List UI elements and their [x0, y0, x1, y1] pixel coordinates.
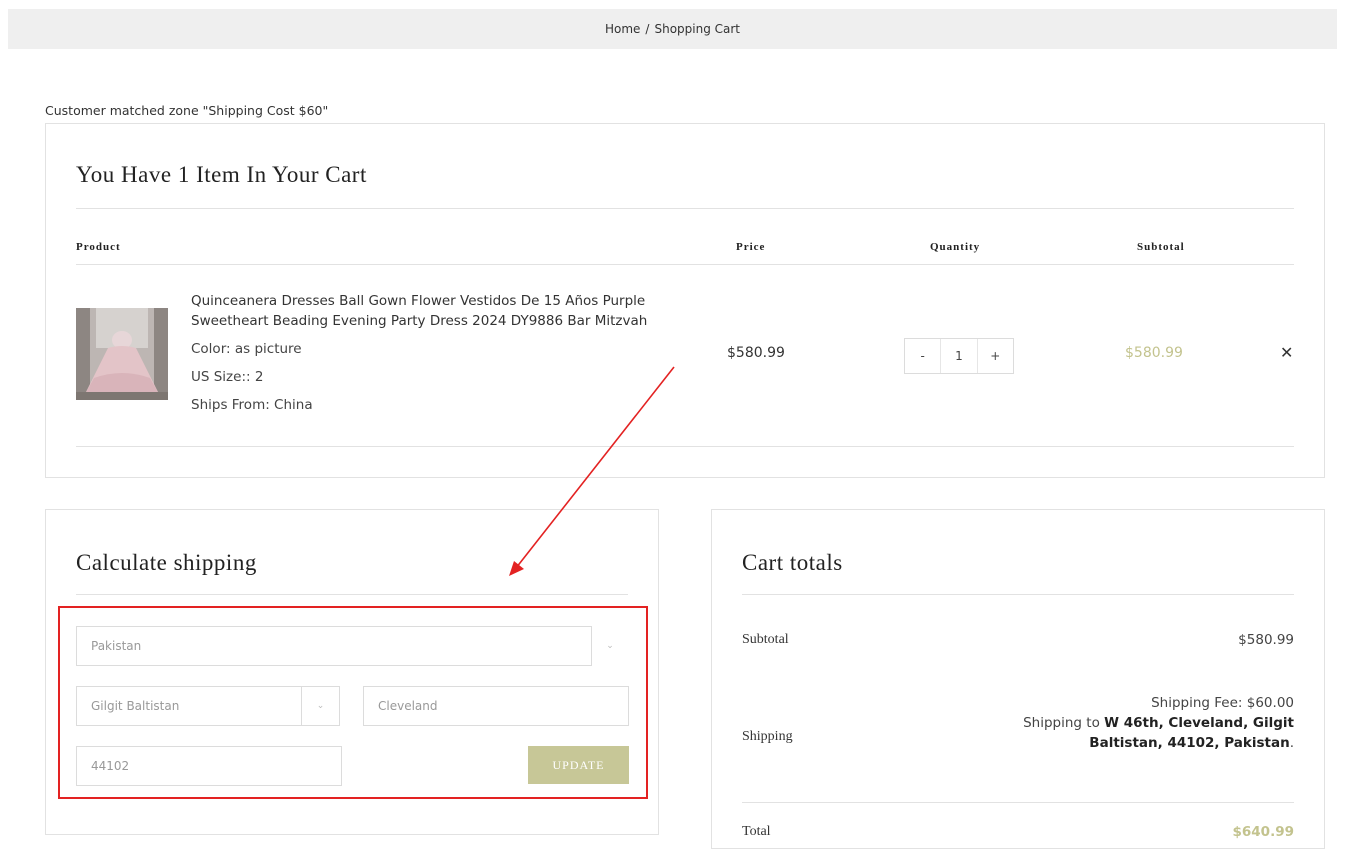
- product-image[interactable]: [76, 308, 168, 400]
- city-input-value: Cleveland: [378, 699, 438, 713]
- divider: [76, 594, 628, 595]
- item-price: $580.99: [727, 345, 785, 361]
- breadcrumb-current: Shopping Cart: [654, 22, 741, 36]
- state-select-value: Gilgit Baltistan: [91, 699, 180, 713]
- product-name[interactable]: Quinceanera Dresses Ball Gown Flower Ves…: [191, 291, 691, 331]
- quantity-stepper: - 1 +: [904, 338, 1014, 374]
- cart-panel: You Have 1 Item In Your Cart Product Pri…: [45, 123, 1325, 478]
- subtotal-value: $580.99: [1238, 632, 1294, 648]
- cart-totals-title: Cart totals: [742, 550, 843, 575]
- divider: [76, 208, 1294, 209]
- cart-heading: You Have 1 Item In Your Cart: [76, 162, 367, 187]
- divider: [76, 446, 1294, 447]
- divider: [742, 594, 1294, 595]
- quantity-decrease-button[interactable]: -: [905, 339, 942, 373]
- postcode-input-value: 44102: [91, 759, 130, 773]
- divider: [742, 802, 1294, 803]
- column-header-price: Price: [736, 241, 766, 253]
- shipping-label: Shipping: [742, 729, 793, 744]
- country-select[interactable]: Pakistan: [76, 626, 592, 666]
- country-select-value: Pakistan: [91, 639, 142, 653]
- postcode-input[interactable]: 44102: [76, 746, 342, 786]
- shipping-zone-note: Customer matched zone "Shipping Cost $60…: [45, 103, 329, 118]
- column-header-quantity: Quantity: [930, 241, 981, 253]
- shipping-address: W 46th, Cleveland, Gilgit Baltistan, 441…: [1089, 715, 1294, 751]
- subtotal-label: Subtotal: [742, 632, 789, 647]
- calculate-shipping-panel: Calculate shipping Pakistan ⌄ Gilgit Bal…: [45, 509, 659, 835]
- calculate-shipping-title: Calculate shipping: [76, 550, 257, 575]
- shipping-destination: Shipping to W 46th, Cleveland, Gilgit Ba…: [994, 713, 1294, 753]
- update-button[interactable]: UPDATE: [528, 746, 629, 784]
- close-icon[interactable]: ✕: [1280, 343, 1293, 362]
- column-header-product: Product: [76, 241, 121, 253]
- divider: [76, 264, 1294, 265]
- city-input[interactable]: Cleveland: [363, 686, 629, 726]
- item-subtotal: $580.99: [1125, 345, 1183, 361]
- chevron-down-icon[interactable]: ⌄: [591, 626, 629, 666]
- product-color: Color: as picture: [191, 341, 302, 357]
- product-ships-from: Ships From: China: [191, 397, 313, 413]
- product-size: US Size:: 2: [191, 369, 264, 385]
- shipping-to-suffix: .: [1289, 735, 1294, 751]
- shipping-to-prefix: Shipping to: [1023, 715, 1100, 731]
- total-value: $640.99: [1232, 824, 1295, 840]
- shipping-details: Shipping Fee: $60.00 Shipping to W 46th,…: [994, 693, 1294, 753]
- shipping-fee: Shipping Fee: $60.00: [1151, 695, 1294, 711]
- chevron-down-icon[interactable]: ⌄: [302, 686, 340, 726]
- cart-totals-panel: Cart totals Subtotal $580.99 Shipping Sh…: [711, 509, 1325, 849]
- breadcrumb-separator: /: [645, 22, 650, 36]
- breadcrumb-home[interactable]: Home: [605, 22, 640, 36]
- state-select[interactable]: Gilgit Baltistan: [76, 686, 302, 726]
- breadcrumb: Home / Shopping Cart: [8, 9, 1337, 49]
- total-label: Total: [742, 824, 771, 839]
- column-header-subtotal: Subtotal: [1137, 241, 1185, 253]
- quantity-increase-button[interactable]: +: [978, 339, 1013, 373]
- quantity-input[interactable]: 1: [941, 339, 978, 373]
